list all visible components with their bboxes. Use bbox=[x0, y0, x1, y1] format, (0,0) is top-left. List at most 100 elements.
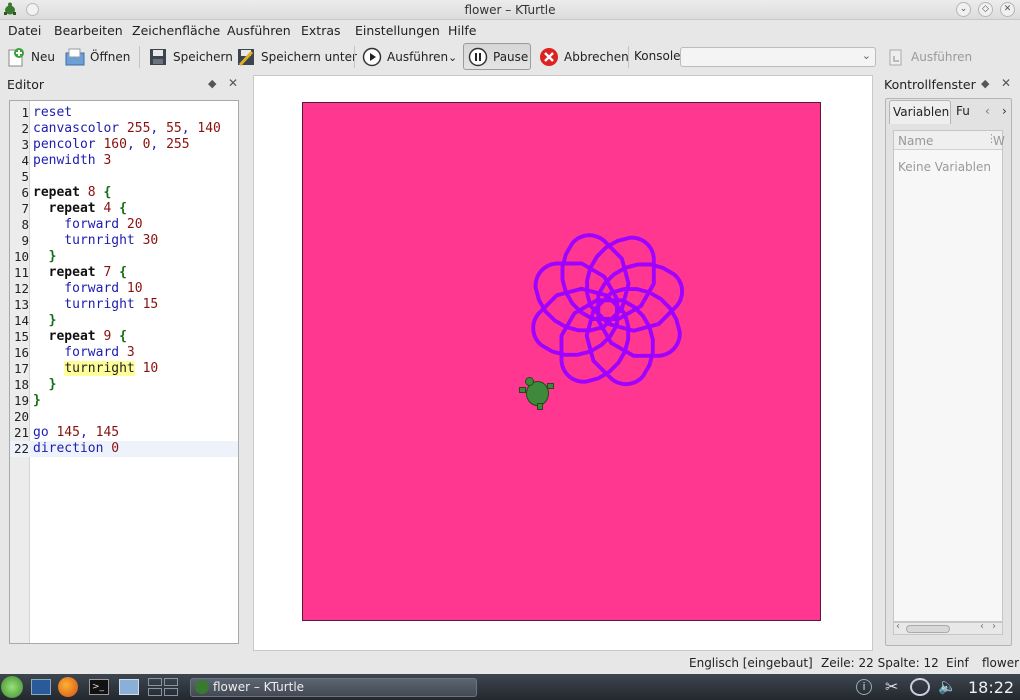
kturtle-icon bbox=[195, 680, 209, 694]
turtle-sprite bbox=[519, 377, 554, 410]
code-text: forward 20 bbox=[33, 217, 143, 232]
line-number: 12 bbox=[13, 281, 29, 296]
network-icon[interactable] bbox=[910, 678, 930, 696]
scroll-left-icon[interactable]: ‹ bbox=[896, 621, 900, 632]
code-text: penwidth 3 bbox=[33, 153, 112, 168]
line-number: 7 bbox=[21, 201, 29, 216]
line-number: 1 bbox=[21, 105, 29, 120]
code-line[interactable]: 15 repeat 9 { bbox=[10, 329, 238, 345]
tab-variables[interactable]: Variablen bbox=[889, 100, 951, 124]
horizontal-scrollbar[interactable]: ‹ ‹ › bbox=[893, 621, 1003, 635]
code-line[interactable]: 17 turnright 10 bbox=[10, 361, 238, 377]
column-header-w[interactable]: W bbox=[993, 134, 1005, 148]
code-line[interactable]: 16 forward 3 bbox=[10, 345, 238, 361]
volume-icon[interactable]: 🔈 bbox=[938, 677, 957, 695]
clipboard-scissors-icon[interactable]: ✂ bbox=[885, 677, 898, 696]
menu-extras[interactable]: Extras bbox=[301, 23, 341, 38]
console-run-button[interactable]: Ausführen bbox=[886, 44, 972, 70]
empty-variables-text: Keine Variablen bbox=[898, 160, 991, 174]
code-line[interactable]: 20 bbox=[10, 409, 238, 425]
line-number: 20 bbox=[13, 409, 29, 424]
menu-hilfe[interactable]: Hilfe bbox=[448, 23, 476, 38]
status-file: flower bbox=[982, 656, 1020, 670]
info-icon[interactable]: i bbox=[856, 679, 872, 695]
status-language[interactable]: Englisch [eingebaut] bbox=[689, 656, 813, 670]
pager-icon[interactable] bbox=[148, 678, 180, 697]
line-number: 11 bbox=[13, 265, 29, 280]
float-icon[interactable]: ◆ bbox=[981, 77, 989, 90]
folder-open-icon bbox=[65, 47, 85, 67]
maximize-button[interactable]: ◇ bbox=[978, 2, 993, 17]
code-line[interactable]: 21 go 145, 145 bbox=[10, 425, 238, 441]
abort-button[interactable]: Abbrechen bbox=[539, 44, 629, 70]
scrollbar-thumb[interactable] bbox=[906, 625, 950, 633]
menu-datei[interactable]: Datei bbox=[8, 23, 41, 38]
firefox-icon[interactable] bbox=[58, 677, 78, 697]
line-number: 6 bbox=[21, 185, 29, 200]
code-text: turnright 10 bbox=[64, 361, 159, 376]
menu-bearbeiten[interactable]: Bearbeiten bbox=[54, 23, 123, 38]
save-as-icon bbox=[236, 47, 256, 67]
code-text: repeat 9 { bbox=[48, 329, 127, 344]
open-button[interactable]: Öffnen bbox=[65, 44, 130, 70]
close-icon[interactable]: ✕ bbox=[228, 76, 238, 90]
code-line[interactable]: 2 canvascolor 255, 55, 140 bbox=[10, 121, 238, 137]
code-line[interactable]: 5 bbox=[10, 169, 238, 185]
desktop-icon[interactable] bbox=[31, 679, 51, 695]
code-text: forward 3 bbox=[33, 345, 135, 360]
code-line[interactable]: 19} bbox=[10, 393, 238, 409]
run-speed-dropdown[interactable]: ⌄ bbox=[448, 44, 457, 70]
pause-button[interactable]: Pause bbox=[463, 43, 531, 70]
code-line[interactable]: 10 } bbox=[10, 249, 238, 265]
toolbar-separator bbox=[628, 46, 629, 68]
line-number: 19 bbox=[13, 393, 29, 408]
code-line[interactable]: 3 pencolor 160, 0, 255 bbox=[10, 137, 238, 153]
close-icon[interactable]: ✕ bbox=[1001, 76, 1011, 90]
menu-ausfuehren[interactable]: Ausführen bbox=[227, 23, 291, 38]
code-text: direction 0 bbox=[33, 441, 120, 456]
code-line[interactable]: 1 reset bbox=[10, 105, 238, 121]
menu-zeichenflaeche[interactable]: Zeichenfläche bbox=[132, 23, 220, 38]
file-manager-icon[interactable] bbox=[119, 679, 139, 695]
window-title: flower – KTurtle bbox=[464, 3, 556, 17]
toolbar-separator bbox=[354, 46, 355, 68]
code-line[interactable]: 13 turnright 15 bbox=[10, 297, 238, 313]
code-text: repeat 8 { bbox=[33, 185, 112, 200]
code-line[interactable]: 14 } bbox=[10, 313, 238, 329]
code-editor[interactable]: 1 reset 2 canvascolor 255, 55, 140 3 pencolor… bbox=[9, 100, 239, 644]
code-line[interactable]: 11 repeat 7 { bbox=[10, 265, 238, 281]
line-number: 4 bbox=[21, 153, 29, 168]
code-line[interactable]: 9 turnright 30 bbox=[10, 233, 238, 249]
scroll-right-icon[interactable]: › bbox=[992, 621, 996, 632]
tab-scroll-left-icon[interactable]: ‹ bbox=[985, 104, 990, 118]
code-text: turnright 30 bbox=[33, 233, 159, 248]
code-text: } bbox=[33, 249, 57, 264]
tab-functions[interactable]: Fu bbox=[956, 104, 970, 118]
close-button[interactable]: ✕ bbox=[1000, 2, 1015, 17]
scroll-left-icon[interactable]: ‹ bbox=[980, 621, 984, 632]
app-launcher-icon[interactable] bbox=[1, 676, 23, 698]
run-button[interactable]: Ausführen bbox=[362, 44, 448, 70]
code-line[interactable]: 4 penwidth 3 bbox=[10, 153, 238, 169]
chevron-down-icon[interactable]: ⌄ bbox=[862, 49, 871, 62]
code-text: } bbox=[33, 393, 41, 408]
code-line[interactable]: 7 repeat 4 { bbox=[10, 201, 238, 217]
line-number: 13 bbox=[13, 297, 29, 312]
tab-scroll-right-icon[interactable]: › bbox=[1002, 104, 1007, 118]
code-line[interactable]: 22 direction 0 bbox=[10, 441, 238, 457]
new-button[interactable]: Neu bbox=[6, 44, 55, 70]
console-input[interactable]: ⌄ bbox=[680, 47, 876, 67]
save-as-button[interactable]: Speichern unter bbox=[236, 44, 357, 70]
code-line[interactable]: 6 repeat 8 { bbox=[10, 185, 238, 201]
code-line[interactable]: 12 forward 10 bbox=[10, 281, 238, 297]
menu-einstellungen[interactable]: Einstellungen bbox=[355, 23, 440, 38]
float-icon[interactable]: ◆ bbox=[208, 77, 216, 90]
save-button[interactable]: Speichern bbox=[148, 44, 233, 70]
terminal-icon[interactable]: >_ bbox=[89, 679, 109, 695]
code-line[interactable]: 8 forward 20 bbox=[10, 217, 238, 233]
task-kturtle[interactable]: flower – KTurtle bbox=[190, 678, 477, 697]
code-line[interactable]: 18 } bbox=[10, 377, 238, 393]
column-header-name[interactable]: Name bbox=[898, 134, 933, 148]
clock[interactable]: 18:22 bbox=[968, 678, 1014, 697]
minimize-button[interactable]: ⌄ bbox=[956, 2, 971, 17]
